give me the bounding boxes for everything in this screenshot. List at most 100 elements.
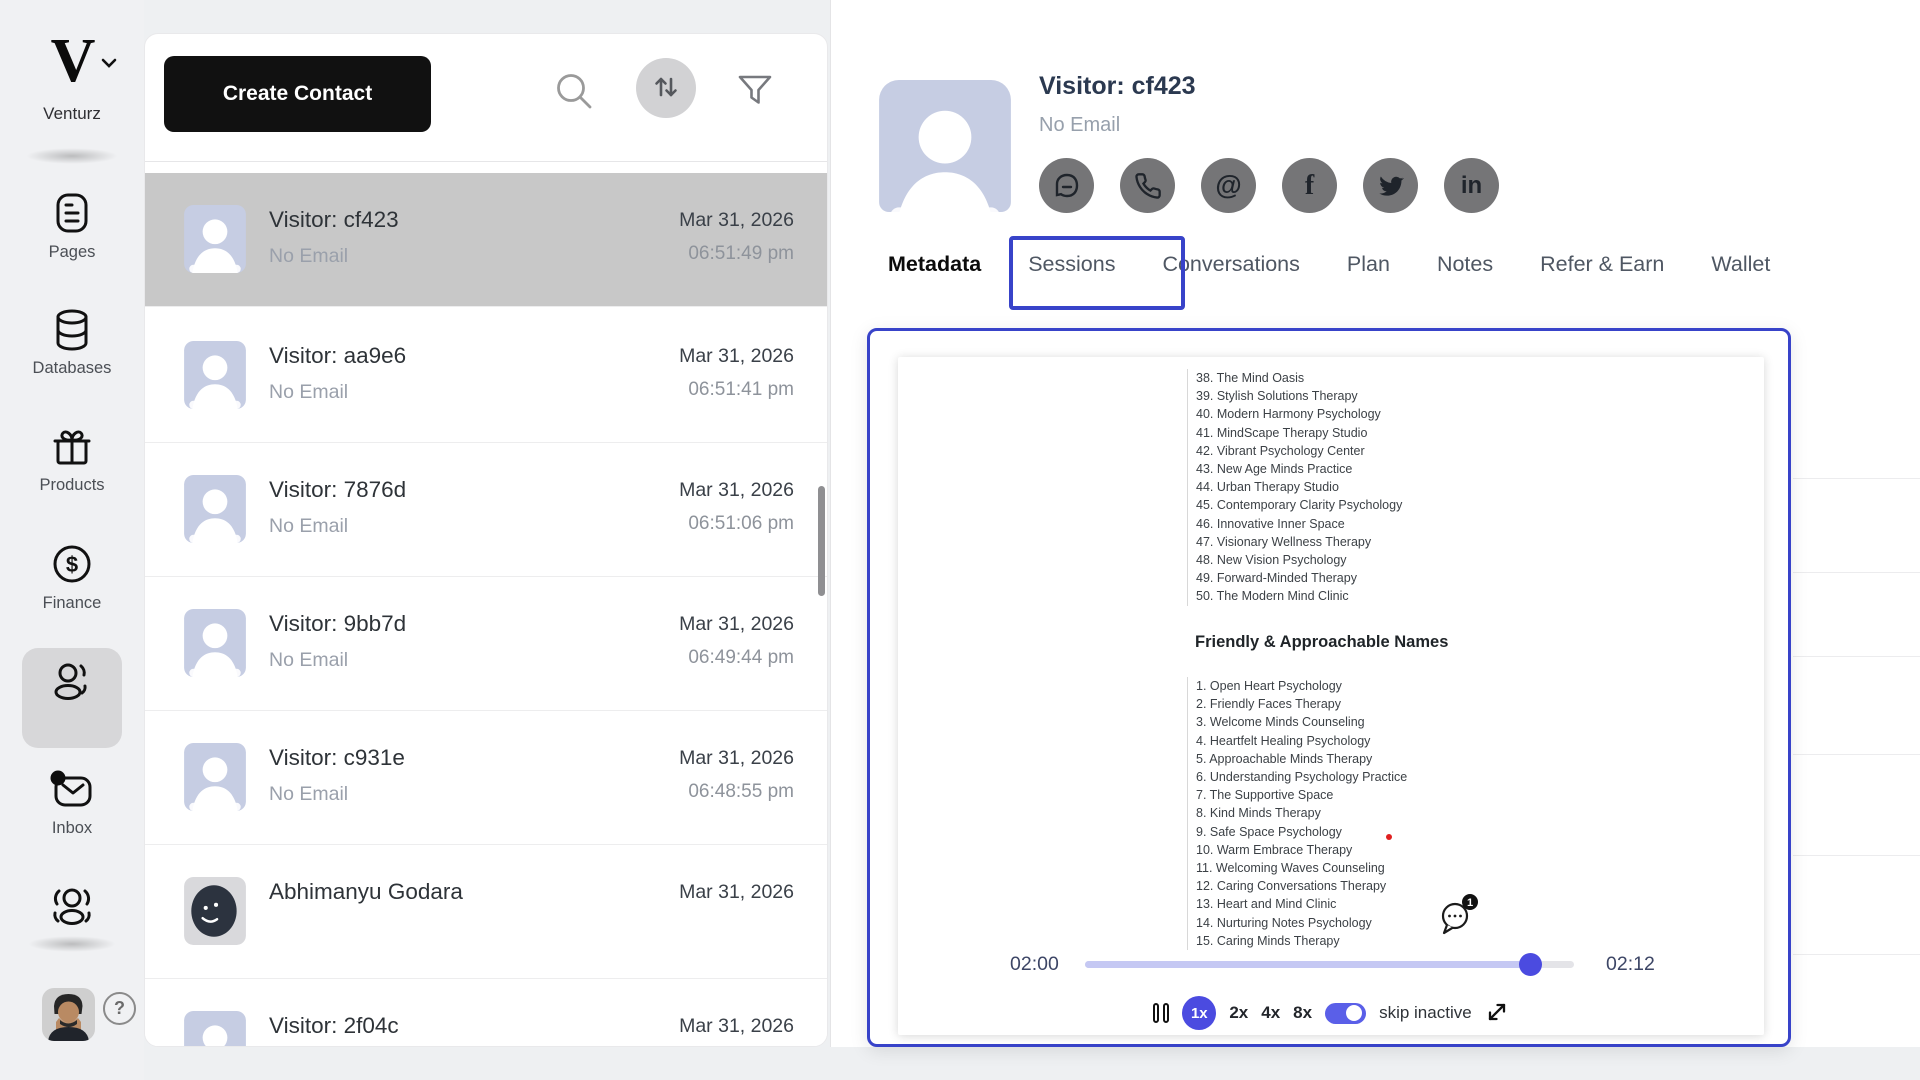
brand-logo[interactable]: V — [0, 30, 144, 92]
avatar — [184, 609, 246, 677]
search-icon[interactable] — [553, 70, 595, 115]
list-scrollbar[interactable] — [818, 486, 825, 596]
contact-time: 06:49:44 pm — [688, 647, 794, 669]
replay-list-item: 43. New Age Minds Practice — [1196, 460, 1402, 478]
at-social-button[interactable]: @ — [1201, 158, 1256, 213]
replay-list-item: 10. Warm Embrace Therapy — [1196, 841, 1407, 859]
replay-list-item: 44. Urban Therapy Studio — [1196, 478, 1402, 496]
avatar — [184, 341, 246, 409]
contact-date: Mar 31, 2026 — [679, 881, 794, 904]
pause-icon — [1153, 1003, 1159, 1023]
sort-button[interactable] — [636, 58, 696, 118]
contact-date: Mar 31, 2026 — [679, 345, 794, 368]
community-shadow — [28, 936, 116, 952]
sidebar-item-products[interactable]: Products — [0, 425, 144, 495]
smiley-avatar — [184, 877, 246, 945]
contact-row[interactable]: Abhimanyu Godara Mar 31, 2026 — [145, 845, 827, 979]
sort-arrows-icon — [651, 72, 681, 105]
elapsed-time: 02:00 — [1010, 953, 1059, 976]
inbox-icon — [48, 768, 96, 817]
sidebar-item-finance[interactable]: $Finance — [0, 541, 144, 613]
tab-sessions[interactable]: Sessions — [1028, 252, 1115, 277]
contact-list-panel: Create Contact Visit — [144, 33, 828, 1047]
total-time: 02:12 — [1606, 953, 1655, 976]
replay-list-item: 14. Nurturing Notes Psychology — [1196, 914, 1407, 932]
sidebar-item-label: Inbox — [0, 819, 144, 838]
contact-row[interactable]: Visitor: 9bb7dNo EmailMar 31, 202606:49:… — [145, 577, 827, 711]
contact-row[interactable]: Visitor: 7876dNo EmailMar 31, 202606:51:… — [145, 443, 827, 577]
finance-icon: $ — [49, 541, 95, 592]
header-divider — [145, 161, 827, 162]
contact-detail-panel: Visitor: cf423 No Email @fin MetadataSes… — [830, 0, 1920, 1047]
contact-list-header: Create Contact — [145, 34, 827, 161]
replay-list-item: 45. Contemporary Clarity Psychology — [1196, 496, 1402, 514]
avatar — [184, 743, 246, 811]
tab-refer-earn[interactable]: Refer & Earn — [1540, 252, 1664, 277]
message-icon — [1052, 171, 1082, 201]
tab-conversations[interactable]: Conversations — [1162, 252, 1299, 277]
row-divider — [145, 306, 827, 307]
tab-plan[interactable]: Plan — [1347, 252, 1390, 277]
help-button[interactable]: ? — [103, 992, 136, 1025]
replay-list-item: 7. The Supportive Space — [1196, 786, 1407, 804]
brand-name: Venturz — [0, 104, 144, 124]
table-row-separator — [1793, 855, 1920, 856]
replay-list-item: 12. Caring Conversations Therapy — [1196, 877, 1407, 895]
contact-row[interactable]: Visitor: c931eNo EmailMar 31, 202606:48:… — [145, 711, 827, 845]
fullscreen-icon[interactable] — [1485, 1000, 1509, 1027]
replay-list-item: 8. Kind Minds Therapy — [1196, 804, 1407, 822]
sidebar-item-inbox[interactable]: Inbox — [0, 768, 144, 838]
tab-wallet[interactable]: Wallet — [1711, 252, 1770, 277]
contact-title: Visitor: cf423 — [1039, 72, 1196, 101]
table-row-separator — [1793, 954, 1920, 955]
contact-time: 06:51:41 pm — [688, 379, 794, 401]
replay-list-item: 38. The Mind Oasis — [1196, 369, 1402, 387]
sidebar-item-contacts[interactable]: Contacts — [0, 648, 144, 748]
chat-feedback-widget[interactable]: 1 — [1438, 893, 1482, 937]
message-social-button[interactable] — [1039, 158, 1094, 213]
speed-8x-button[interactable]: 8x — [1293, 1003, 1312, 1023]
speed-4x-button[interactable]: 4x — [1261, 1003, 1280, 1023]
sidebar-item-databases[interactable]: Databases — [0, 308, 144, 378]
tab-notes[interactable]: Notes — [1437, 252, 1493, 277]
twitter-social-button[interactable] — [1363, 158, 1418, 213]
contact-name: Visitor: 9bb7d — [269, 611, 406, 637]
contact-date: Mar 31, 2026 — [679, 613, 794, 636]
sidebar-item-pages[interactable]: Pages — [0, 190, 144, 262]
contact-date: Mar 31, 2026 — [679, 209, 794, 232]
speed-options: 1x 2x 4x 8x — [1182, 996, 1312, 1030]
community-button[interactable] — [0, 884, 144, 935]
speed-2x-button[interactable]: 2x — [1229, 1003, 1248, 1023]
table-row-separator — [1793, 478, 1920, 479]
contact-name: Abhimanyu Godara — [269, 879, 463, 905]
contact-date: Mar 31, 2026 — [679, 747, 794, 770]
replay-list-item: 9. Safe Space Psychology — [1196, 823, 1407, 841]
phone-social-button[interactable] — [1120, 158, 1175, 213]
contact-row[interactable]: Visitor: cf423No EmailMar 31, 202606:51:… — [145, 173, 827, 307]
user-avatar[interactable] — [42, 988, 95, 1041]
timeline-slider[interactable] — [1085, 961, 1574, 968]
contact-row[interactable]: Visitor: 2f04cMar 31, 202606:48:12 pm — [145, 979, 827, 1047]
linkedin-social-button[interactable]: in — [1444, 158, 1499, 213]
create-contact-button[interactable]: Create Contact — [164, 56, 431, 132]
facebook-social-button[interactable]: f — [1282, 158, 1337, 213]
avatar — [184, 205, 246, 273]
products-icon — [49, 425, 95, 474]
timeline-thumb[interactable] — [1519, 953, 1542, 976]
replay-list-item: 40. Modern Harmony Psychology — [1196, 405, 1402, 423]
filter-icon[interactable] — [735, 72, 775, 113]
tabs-row: Metadata Sessions Conversations Plan Notes Re… — [888, 252, 1770, 277]
contact-email: No Email — [269, 783, 348, 806]
venturz-logo-icon: V — [51, 27, 94, 95]
contact-row[interactable]: Visitor: aa9e6No EmailMar 31, 202606:51:… — [145, 309, 827, 443]
app-root: V Venturz Pages Databases Products $Finance… — [0, 0, 1920, 1080]
replay-list-item: 49. Forward-Minded Therapy — [1196, 569, 1402, 587]
contact-date: Mar 31, 2026 — [679, 1015, 794, 1038]
replay-list-item: 39. Stylish Solutions Therapy — [1196, 387, 1402, 405]
table-row-separator — [1793, 656, 1920, 657]
pause-button[interactable] — [1153, 1003, 1169, 1023]
tab-metadata[interactable]: Metadata — [888, 252, 981, 277]
table-row-separator — [1793, 754, 1920, 755]
speed-1x-button[interactable]: 1x — [1182, 996, 1216, 1030]
skip-inactive-toggle[interactable] — [1325, 1003, 1366, 1024]
